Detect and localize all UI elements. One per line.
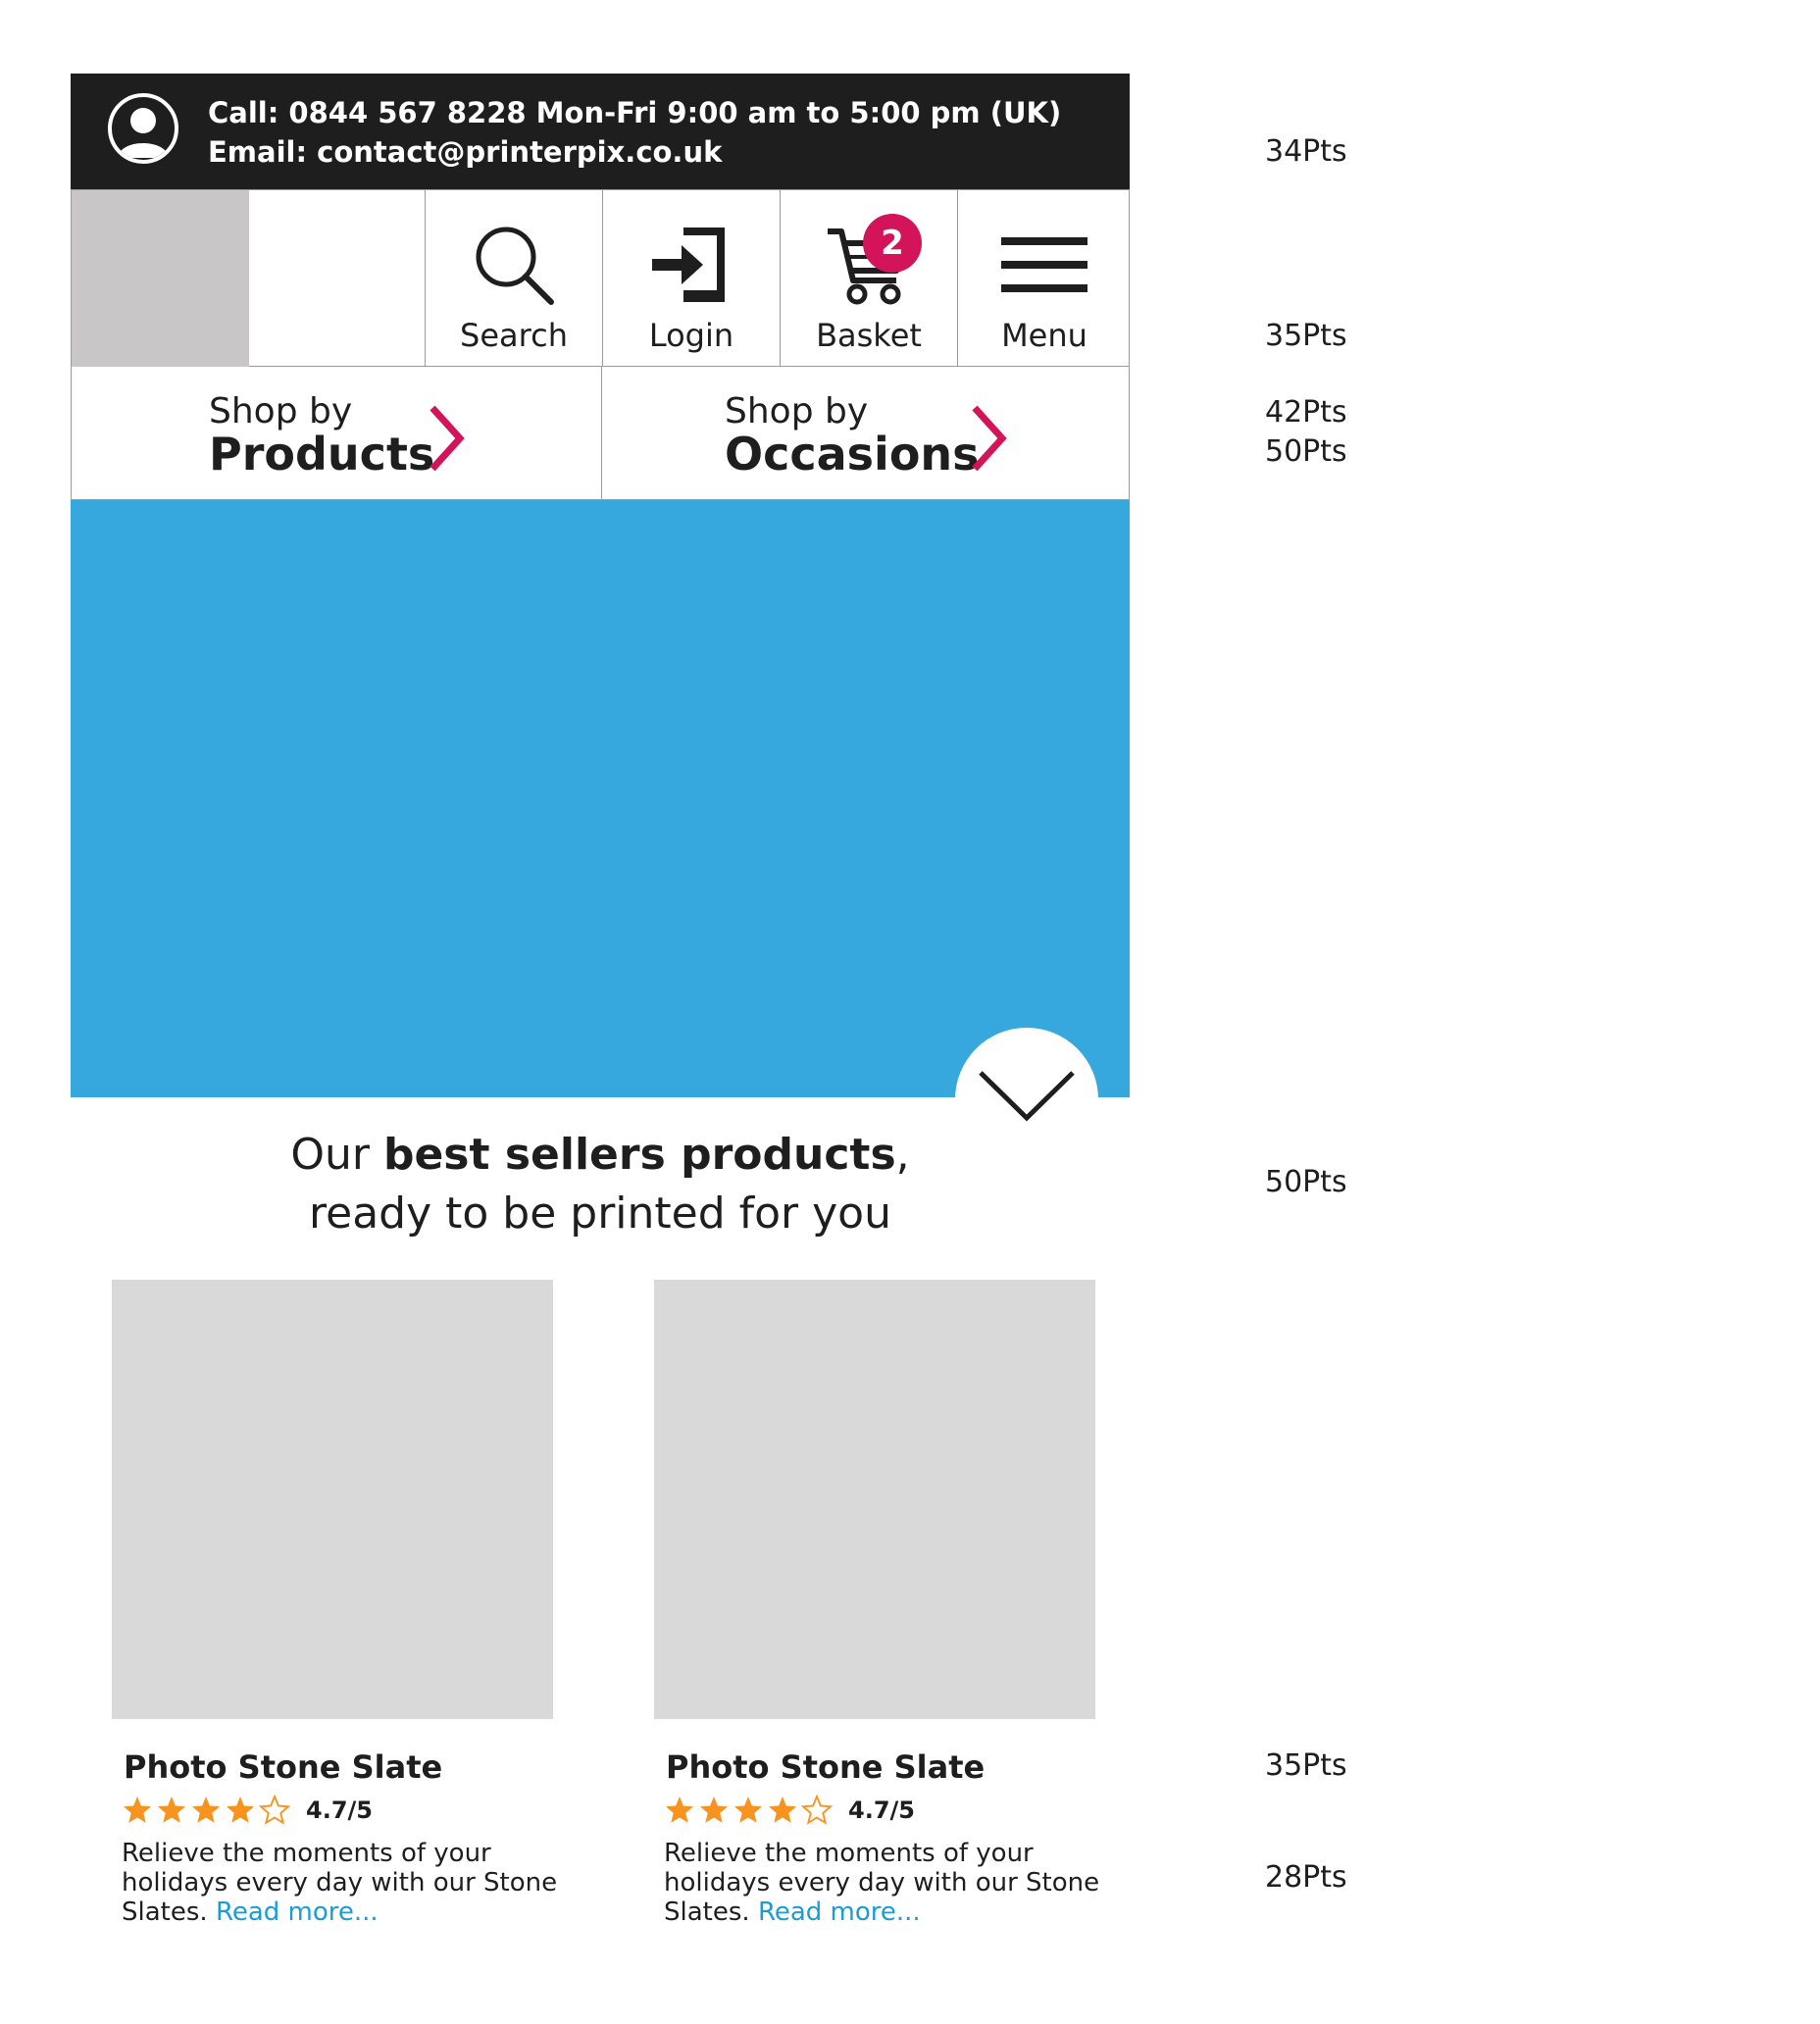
menu-label: Menu	[1001, 317, 1087, 354]
shop-occasions-label: Occasions	[725, 428, 980, 481]
rating-value: 4.7/5	[306, 1796, 373, 1824]
chevron-right-icon	[972, 405, 1007, 472]
shop-by-occasions-button[interactable]: Shop by Occasions	[602, 367, 1130, 499]
contact-info: Call: 0844 567 8228 Mon-Fri 9:00 am to 5…	[208, 93, 1061, 172]
star-filled-icon	[734, 1796, 762, 1823]
basket-button[interactable]: 2 Basket	[780, 190, 957, 367]
size-annotation: 35Pts	[1265, 1748, 1347, 1783]
search-icon	[476, 227, 554, 305]
hero-banner[interactable]	[71, 500, 1130, 1097]
read-more-link[interactable]: Read more...	[216, 1898, 379, 1927]
logo-placeholder[interactable]	[72, 190, 249, 367]
star-filled-icon	[158, 1796, 185, 1823]
login-label: Login	[648, 317, 734, 354]
shop-by-label: Shop by	[209, 391, 353, 431]
star-filled-icon	[227, 1796, 254, 1823]
size-annotation: 50Pts	[1265, 434, 1347, 469]
product-title[interactable]: Photo Stone Slate	[124, 1748, 442, 1786]
read-more-link[interactable]: Read more...	[758, 1898, 921, 1927]
header-nav: Search Login 2 Basket Menu	[71, 189, 1130, 367]
best-sellers-heading: Our best sellers products, ready to be p…	[71, 1126, 1130, 1243]
basket-label: Basket	[816, 317, 922, 354]
star-filled-icon	[769, 1796, 796, 1823]
product-description: Relieve the moments of your holidays eve…	[122, 1839, 573, 1927]
size-annotation: 42Pts	[1265, 395, 1347, 430]
shop-by-bar: Shop by Products Shop by Occasions	[71, 367, 1130, 500]
shop-products-label: Products	[209, 428, 435, 481]
star-empty-icon	[259, 1795, 290, 1825]
product-image[interactable]	[654, 1280, 1095, 1719]
heading-post: ,	[895, 1130, 910, 1180]
menu-button[interactable]: Menu	[957, 190, 1131, 367]
chevron-down-icon	[979, 1071, 1075, 1122]
chevron-right-icon	[430, 405, 465, 472]
contact-email[interactable]: Email: contact@printerpix.co.uk	[208, 132, 1061, 172]
hamburger-icon	[1001, 237, 1087, 292]
heading-line2: ready to be printed for you	[309, 1189, 891, 1239]
login-button[interactable]: Login	[602, 190, 780, 367]
star-filled-icon	[192, 1796, 220, 1823]
shop-by-label: Shop by	[725, 391, 869, 431]
search-button[interactable]: Search	[425, 190, 602, 367]
star-filled-icon	[700, 1796, 728, 1823]
search-label: Search	[460, 317, 568, 354]
user-circle-icon[interactable]	[108, 93, 178, 164]
heading-pre: Our	[290, 1130, 383, 1180]
contact-phone: Call: 0844 567 8228 Mon-Fri 9:00 am to 5…	[208, 96, 1062, 129]
size-annotation: 34Pts	[1265, 134, 1347, 169]
size-annotation: 50Pts	[1265, 1165, 1347, 1199]
product-image[interactable]	[112, 1280, 553, 1719]
contact-bar: Call: 0844 567 8228 Mon-Fri 9:00 am to 5…	[71, 74, 1130, 189]
heading-bold: best sellers products	[382, 1130, 896, 1180]
star-empty-icon	[801, 1795, 833, 1825]
login-icon	[652, 228, 725, 302]
product-description: Relieve the moments of your holidays eve…	[664, 1839, 1115, 1927]
basket-count-badge: 2	[863, 214, 922, 273]
shop-by-products-button[interactable]: Shop by Products	[72, 367, 602, 499]
rating-value: 4.7/5	[848, 1796, 915, 1824]
rating-stars	[122, 1794, 293, 1827]
product-title[interactable]: Photo Stone Slate	[666, 1748, 985, 1786]
size-annotation: 28Pts	[1265, 1860, 1347, 1895]
size-annotation: 35Pts	[1265, 319, 1347, 353]
rating-stars	[664, 1794, 835, 1827]
star-filled-icon	[666, 1796, 693, 1823]
star-filled-icon	[124, 1796, 151, 1823]
